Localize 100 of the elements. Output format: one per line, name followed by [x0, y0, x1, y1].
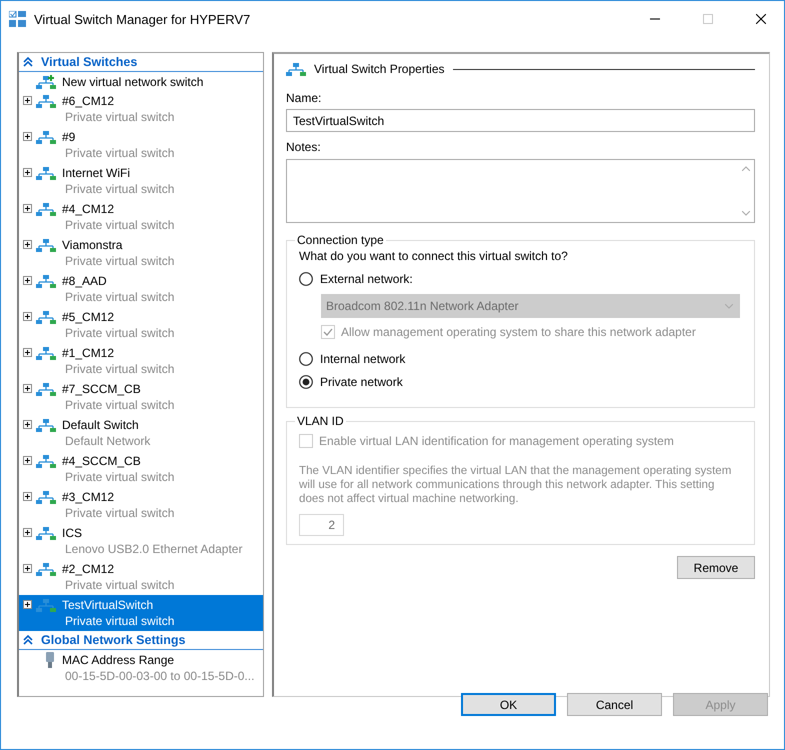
expand-toggle[interactable]	[23, 600, 32, 609]
item-name: #4_SCCM_CB	[62, 454, 141, 468]
item-name: MAC Address Range	[62, 652, 174, 666]
item-subtitle: Private virtual switch	[65, 325, 176, 342]
item-name: #7_SCCM_CB	[62, 382, 141, 396]
expand-toggle[interactable]	[23, 96, 32, 105]
checkbox-label: Allow management operating system to share this network adapter	[341, 325, 696, 339]
expand-toggle[interactable]	[23, 348, 32, 357]
expand-toggle[interactable]	[23, 240, 32, 249]
vlan-description: The VLAN identifier specifies the virtual LAN that the management operating system will use for all network communications through this network adapter. This setting does not affect virtual machine networking.	[299, 464, 732, 506]
radio-button[interactable]	[299, 352, 313, 366]
dialog-button[interactable]: OK	[461, 693, 556, 716]
network-switch-icon	[286, 62, 306, 76]
expand-toggle[interactable]	[23, 492, 32, 501]
expand-toggle[interactable]	[23, 420, 32, 429]
switch-list-item[interactable]: TestVirtualSwitch Private virtual switch	[19, 595, 263, 631]
expand-toggle[interactable]	[23, 456, 32, 465]
network-switch-icon	[36, 382, 56, 396]
item-name: #6_CM12	[62, 94, 114, 108]
network-switch-icon	[36, 130, 56, 144]
expand-toggle[interactable]	[23, 384, 32, 393]
radio-label: Private network	[320, 374, 403, 388]
item-subtitle: Private virtual switch	[65, 109, 176, 126]
collapse-icon[interactable]	[23, 57, 33, 67]
adapter-icon	[44, 652, 56, 668]
network-switch-icon	[36, 274, 56, 288]
switch-list-item[interactable]: #4_CM12 Private virtual switch	[19, 199, 263, 235]
caret-icon	[725, 304, 733, 308]
network-switch-icon	[36, 454, 56, 468]
network-switch-icon	[36, 526, 56, 540]
item-name: New virtual network switch	[62, 74, 204, 88]
switch-list-item[interactable]: #9 Private virtual switch	[19, 127, 263, 163]
network-switch-icon	[36, 310, 56, 324]
app-icon	[9, 11, 27, 27]
item-name: #2_CM12	[62, 562, 114, 576]
expand-toggle[interactable]	[23, 528, 32, 537]
item-name: Viamonstra	[62, 238, 122, 252]
network-switch-icon	[36, 598, 56, 612]
item-subtitle: Private virtual switch	[65, 613, 176, 630]
group-title: VLAN ID	[296, 414, 345, 428]
network-switch-icon	[36, 490, 56, 504]
radio-button[interactable]	[299, 272, 313, 286]
network-switch-icon	[36, 238, 56, 252]
item-name: #1_CM12	[62, 346, 114, 360]
item-subtitle: Private virtual switch	[65, 469, 176, 486]
item-subtitle: Private virtual switch	[65, 577, 176, 594]
collapse-icon[interactable]	[23, 635, 33, 645]
remove-button[interactable]: Remove	[677, 556, 755, 579]
section-header[interactable]: Virtual Switches	[19, 53, 263, 72]
checkbox-label: Enable virtual LAN identification for management operating system	[319, 434, 674, 448]
radio-label: Internal network	[320, 352, 406, 366]
switch-list-item[interactable]: MAC Address Range 00-15-5D-00-03-00 to 00-15-5D-0...	[19, 650, 263, 686]
switch-list-item[interactable]: ICS Lenovo USB2.0 Ethernet Adapter	[19, 523, 263, 559]
switch-list-item[interactable]: #8_AAD Private virtual switch	[19, 271, 263, 307]
item-subtitle: Private virtual switch	[65, 181, 176, 198]
item-name: #3_CM12	[62, 490, 114, 504]
name-field[interactable]: TestVirtualSwitch	[286, 109, 755, 132]
item-subtitle: Private virtual switch	[65, 145, 176, 162]
network-switch-icon	[36, 94, 56, 108]
expand-toggle[interactable]	[23, 564, 32, 573]
switch-list-item[interactable]: #5_CM12 Private virtual switch	[19, 307, 263, 343]
item-name: #4_CM12	[62, 202, 114, 216]
switch-list-item[interactable]: Default Switch Default Network	[19, 415, 263, 451]
item-name: Internet WiFi	[62, 166, 130, 180]
group-title: Connection type	[296, 233, 385, 247]
expand-toggle[interactable]	[23, 204, 32, 213]
section-heading: Virtual Switch Properties	[314, 62, 444, 76]
radio-button[interactable]	[299, 374, 313, 388]
expand-toggle[interactable]	[23, 168, 32, 177]
switch-list-item[interactable]: Internet WiFi Private virtual switch	[19, 163, 263, 199]
section-title: Global Network Settings	[41, 633, 186, 647]
item-subtitle: Private virtual switch	[65, 217, 176, 234]
new-switch-icon	[36, 74, 56, 88]
network-switch-icon	[36, 166, 56, 180]
switch-list-item[interactable]: #1_CM12 Private virtual switch	[19, 343, 263, 379]
field-label: Name:	[286, 91, 322, 105]
item-subtitle: Private virtual switch	[65, 397, 176, 414]
item-subtitle: Lenovo USB2.0 Ethernet Adapter	[65, 541, 244, 558]
switch-list-item[interactable]: #3_CM12 Private virtual switch	[19, 487, 263, 523]
item-subtitle: Private virtual switch	[65, 361, 176, 378]
expand-toggle[interactable]	[23, 312, 32, 321]
switch-list-item[interactable]: New virtual network switch	[19, 72, 263, 91]
close-icon[interactable]	[756, 14, 766, 24]
dialog-button[interactable]: Cancel	[567, 693, 662, 716]
switch-list-item[interactable]: Viamonstra Private virtual switch	[19, 235, 263, 271]
expand-toggle[interactable]	[23, 276, 32, 285]
field-label: Notes:	[286, 140, 322, 154]
item-subtitle: Default Network	[65, 433, 152, 450]
network-switch-icon	[36, 562, 56, 576]
switch-list-item[interactable]: #7_SCCM_CB Private virtual switch	[19, 379, 263, 415]
item-name: ICS	[62, 526, 82, 540]
window-title: Virtual Switch Manager for HYPERV7	[34, 12, 252, 26]
network-switch-icon	[36, 202, 56, 216]
item-subtitle: 00-15-5D-00-03-00 to 00-15-5D-0...	[65, 668, 256, 685]
section-header[interactable]: Global Network Settings	[19, 631, 263, 650]
switch-list-item[interactable]: #2_CM12 Private virtual switch	[19, 559, 263, 595]
expand-toggle[interactable]	[23, 132, 32, 141]
switch-list-item[interactable]: #6_CM12 Private virtual switch	[19, 91, 263, 127]
item-name: TestVirtualSwitch	[62, 598, 154, 612]
switch-list-item[interactable]: #4_SCCM_CB Private virtual switch	[19, 451, 263, 487]
